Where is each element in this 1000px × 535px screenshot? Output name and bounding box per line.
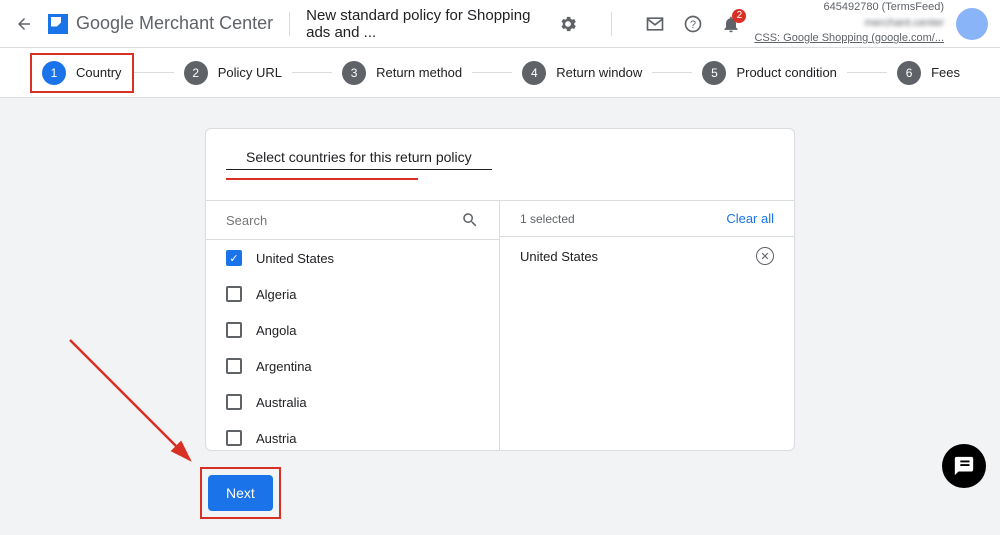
country-name: Algeria — [256, 287, 296, 302]
step-connector — [292, 72, 332, 73]
country-selector-card: Select countries for this return policy … — [205, 128, 795, 451]
step-connector — [134, 72, 174, 73]
country-name: United States — [256, 251, 334, 266]
gear-icon — [558, 14, 578, 34]
available-countries-panel: ✓United States Algeria Angola Argentina … — [206, 201, 500, 450]
step-connector — [472, 72, 512, 73]
step-connector — [847, 72, 887, 73]
panels: ✓United States Algeria Angola Argentina … — [206, 200, 794, 450]
help-icon: ? — [683, 14, 703, 34]
step-label: Return window — [556, 65, 642, 80]
step-label: Product condition — [736, 65, 836, 80]
page-title: New standard policy for Shopping ads and… — [306, 7, 557, 41]
mail-icon — [645, 14, 665, 34]
step-fees[interactable]: 6 Fees — [887, 55, 970, 91]
list-item[interactable]: Austria — [206, 420, 499, 450]
step-number: 5 — [702, 61, 726, 85]
arrow-left-icon — [15, 15, 33, 33]
notifications-button[interactable]: 2 — [720, 13, 742, 35]
card-title: Select countries for this return policy — [226, 149, 492, 170]
list-item[interactable]: Australia — [206, 384, 499, 420]
header-actions: ? 2 — [557, 12, 742, 36]
remove-button[interactable]: ✕ — [756, 247, 774, 265]
footer: Next — [200, 451, 1000, 535]
step-country[interactable]: 1 Country — [30, 53, 134, 93]
step-return-method[interactable]: 3 Return method — [332, 55, 472, 91]
step-number: 3 — [342, 61, 366, 85]
selected-countries-panel: 1 selected Clear all United States ✕ — [500, 201, 794, 450]
step-label: Return method — [376, 65, 462, 80]
country-name: Austria — [256, 431, 296, 446]
checkbox[interactable] — [226, 322, 242, 338]
country-list[interactable]: ✓United States Algeria Angola Argentina … — [206, 240, 499, 450]
step-label: Fees — [931, 65, 960, 80]
selected-item: United States ✕ — [500, 237, 794, 275]
list-item[interactable]: ✓ United States — [206, 240, 499, 276]
search-icon — [461, 211, 479, 229]
search-input[interactable] — [226, 213, 461, 228]
checkbox[interactable] — [226, 358, 242, 374]
checkbox[interactable]: ✓ — [226, 250, 242, 266]
step-number: 2 — [184, 61, 208, 85]
help-button[interactable]: ? — [682, 13, 704, 35]
step-number: 6 — [897, 61, 921, 85]
divider — [289, 12, 290, 36]
step-number: 1 — [42, 61, 66, 85]
country-name: Angola — [256, 323, 296, 338]
back-button[interactable] — [12, 12, 36, 36]
next-button[interactable]: Next — [208, 475, 273, 511]
top-header: Google Merchant Center New standard poli… — [0, 0, 1000, 48]
country-name: Argentina — [256, 359, 312, 374]
clear-all-link[interactable]: Clear all — [726, 211, 774, 226]
settings-button[interactable] — [557, 13, 579, 35]
account-info: 645492780 (TermsFeed) merchant.center CS… — [754, 0, 944, 46]
step-number: 4 — [522, 61, 546, 85]
checkbox[interactable] — [226, 394, 242, 410]
selected-header: 1 selected Clear all — [500, 201, 794, 237]
step-return-window[interactable]: 4 Return window — [512, 55, 652, 91]
list-item[interactable]: Argentina — [206, 348, 499, 384]
search-row — [206, 201, 499, 240]
stepper: 1 Country 2 Policy URL 3 Return method 4… — [0, 48, 1000, 98]
checkbox[interactable] — [226, 430, 242, 446]
notification-badge: 2 — [732, 9, 746, 23]
checkbox[interactable] — [226, 286, 242, 302]
step-connector — [652, 72, 692, 73]
step-label: Policy URL — [218, 65, 282, 80]
main-content: Select countries for this return policy … — [0, 98, 1000, 451]
merchant-logo-icon — [48, 14, 68, 34]
selected-count: 1 selected — [520, 212, 575, 226]
selected-country-name: United States — [520, 249, 598, 264]
account-id: 645492780 (TermsFeed) — [754, 0, 944, 15]
avatar[interactable] — [956, 8, 988, 40]
list-item[interactable]: Algeria — [206, 276, 499, 312]
annotation-highlight: Next — [200, 467, 281, 519]
chat-fab[interactable] — [942, 444, 986, 488]
list-item[interactable]: Angola — [206, 312, 499, 348]
divider — [611, 12, 612, 36]
css-link[interactable]: CSS: Google Shopping (google.com/... — [754, 31, 944, 46]
annotation-underline — [226, 178, 418, 180]
step-label: Country — [76, 65, 122, 80]
chat-icon — [953, 455, 975, 477]
step-product-condition[interactable]: 5 Product condition — [692, 55, 846, 91]
mail-button[interactable] — [644, 13, 666, 35]
brand-title: Google Merchant Center — [76, 13, 273, 34]
svg-text:?: ? — [690, 19, 696, 31]
step-policy-url[interactable]: 2 Policy URL — [174, 55, 292, 91]
country-name: Australia — [256, 395, 307, 410]
account-secondary: merchant.center — [754, 16, 944, 31]
